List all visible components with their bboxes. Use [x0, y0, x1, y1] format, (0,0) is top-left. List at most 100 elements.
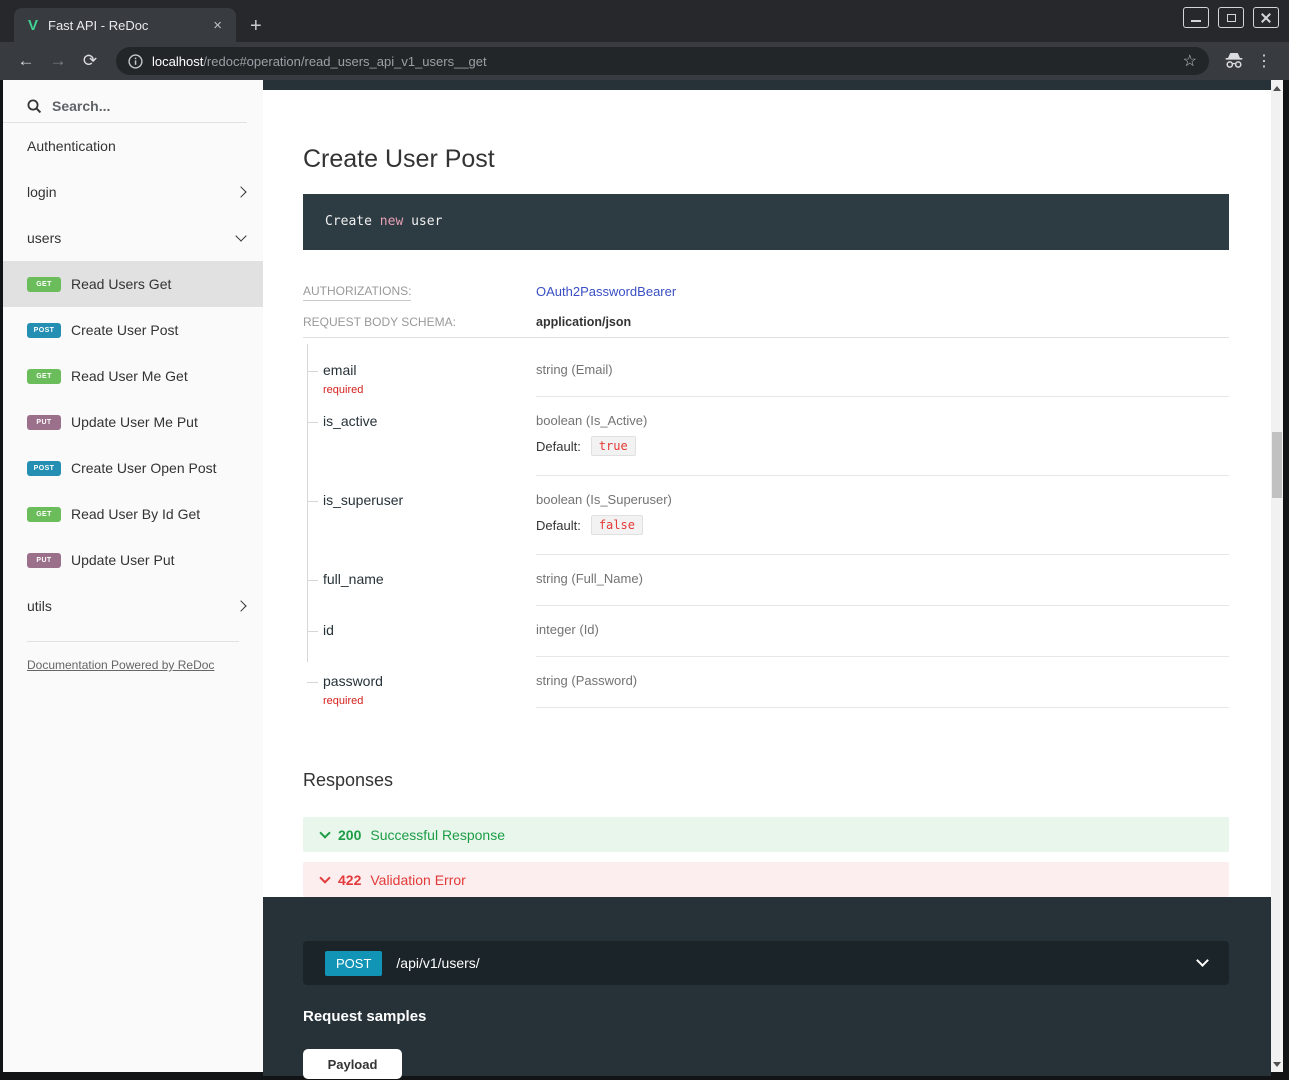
default-label: Default: — [536, 439, 581, 454]
browser-menu-icon[interactable]: ⋮ — [1251, 51, 1277, 71]
chevron-right-icon — [235, 600, 246, 611]
sidebar-item-label: Update User Put — [71, 552, 175, 568]
schema-field-row: password required string (Password) — [323, 657, 1229, 708]
triangle-down-icon — [1273, 1062, 1281, 1067]
redoc-attribution-link[interactable]: Documentation Powered by ReDoc — [27, 658, 214, 672]
field-name: password — [323, 673, 383, 689]
sidebar-item-label: users — [27, 230, 61, 246]
method-badge-put: PUT — [27, 553, 61, 568]
scrollbar-thumb[interactable] — [1272, 432, 1282, 498]
close-icon — [1261, 13, 1271, 23]
default-value: false — [591, 515, 643, 535]
sidebar-item-update-user-me-put[interactable]: PUT Update User Me Put — [3, 399, 263, 445]
reload-button[interactable]: ⟳ — [76, 51, 104, 71]
field-type: integer (Id) — [536, 622, 1229, 637]
sidebar-item-label: Create User Open Post — [71, 460, 217, 476]
sidebar-item-label: utils — [27, 598, 52, 614]
window-frame-right — [1283, 80, 1289, 1072]
maximize-button[interactable] — [1218, 7, 1244, 28]
endpoint-dropdown[interactable]: POST /api/v1/users/ — [303, 941, 1229, 985]
page-scrollbar[interactable] — [1271, 80, 1283, 1072]
response-label: Validation Error — [370, 872, 465, 888]
scrollbar-up-arrow[interactable] — [1271, 82, 1283, 94]
field-name: full_name — [323, 571, 384, 587]
endpoint-path: /api/v1/users/ — [396, 955, 479, 971]
field-type: string (Full_Name) — [536, 571, 1229, 586]
schema-field-row: email required string (Email) — [323, 338, 1229, 397]
sidebar-item-update-user-put[interactable]: PUT Update User Put — [3, 537, 263, 583]
method-badge-post: POST — [27, 323, 61, 338]
url-host: localhost — [152, 54, 203, 69]
response-code: 200 — [338, 827, 361, 843]
sidebar-item-label: Authentication — [27, 138, 116, 154]
sidebar-item-authentication[interactable]: Authentication — [3, 123, 263, 169]
schema-field-row: is_superuser boolean (Is_Superuser) Defa… — [323, 476, 1229, 555]
request-body-mime: application/json — [536, 315, 631, 329]
sidebar-item-read-user-by-id-get[interactable]: GET Read User By Id Get — [3, 491, 263, 537]
back-button[interactable]: ← — [12, 51, 40, 71]
sidebar-item-create-user-open-post[interactable]: POST Create User Open Post — [3, 445, 263, 491]
sidebar-item-label: Read Users Get — [71, 276, 171, 292]
field-default: Default: false — [536, 515, 1229, 535]
browser-toolbar: ← → ⟳ localhost/redoc#operation/read_use… — [0, 42, 1289, 80]
redoc-sidebar: Authentication login users GET Read User… — [3, 80, 263, 1072]
method-badge-get: GET — [27, 277, 61, 292]
chevron-down-icon — [235, 230, 246, 241]
search-input[interactable] — [52, 98, 212, 114]
sidebar-item-read-users-get[interactable]: GET Read Users Get — [3, 261, 263, 307]
field-name: id — [323, 622, 334, 638]
sidebar-item-read-user-me-get[interactable]: GET Read User Me Get — [3, 353, 263, 399]
search-icon — [27, 99, 42, 114]
method-badge-post: POST — [27, 461, 61, 476]
browser-titlebar: V Fast API - ReDoc × + — [0, 0, 1289, 42]
url-text[interactable]: localhost/redoc#operation/read_users_api… — [152, 54, 487, 69]
oauth2-security-link[interactable]: OAuth2PasswordBearer — [536, 284, 676, 299]
window-controls — [1183, 7, 1279, 28]
sidebar-item-label: Update User Me Put — [71, 414, 198, 430]
sidebar-item-users[interactable]: users — [3, 215, 263, 261]
sidebar-item-create-user-post[interactable]: POST Create User Post — [3, 307, 263, 353]
payload-tab[interactable]: Payload — [303, 1049, 402, 1079]
new-tab-button[interactable]: + — [250, 16, 262, 36]
tab-close-icon[interactable]: × — [209, 17, 226, 34]
sidebar-item-label: Create User Post — [71, 322, 178, 338]
request-samples-panel: POST /api/v1/users/ Request samples Payl… — [263, 897, 1271, 1076]
code-text: user — [403, 214, 442, 229]
sidebar-search[interactable] — [3, 90, 247, 123]
url-path: /redoc#operation/read_users_api_v1_users… — [203, 54, 486, 69]
field-type: string (Email) — [536, 362, 1229, 377]
minimize-button[interactable] — [1183, 7, 1209, 28]
default-label: Default: — [536, 518, 581, 533]
sidebar-item-utils[interactable]: utils — [3, 583, 263, 629]
chevron-down-icon — [319, 872, 330, 883]
forward-button[interactable]: → — [44, 51, 72, 71]
post-method-badge: POST — [325, 951, 382, 976]
field-required-flag: required — [323, 695, 536, 707]
maximize-icon — [1227, 14, 1236, 22]
response-422-panel[interactable]: 422 Validation Error — [303, 862, 1229, 897]
chevron-down-icon — [319, 827, 330, 838]
address-bar[interactable]: localhost/redoc#operation/read_users_api… — [116, 47, 1209, 75]
sidebar-item-login[interactable]: login — [3, 169, 263, 215]
field-name: email — [323, 362, 356, 378]
chevron-right-icon — [235, 186, 246, 197]
request-samples-title: Request samples — [303, 1008, 1229, 1025]
bookmark-star-icon[interactable]: ☆ — [1183, 51, 1197, 71]
doc-content: Create User Post Create new user AUTHORI… — [263, 80, 1271, 1072]
tab-title: Fast API - ReDoc — [48, 18, 209, 33]
field-type: boolean (Is_Active) — [536, 413, 1229, 428]
schema-field-row: id integer (Id) — [323, 606, 1229, 657]
field-default: Default: true — [536, 436, 1229, 456]
previous-section-panel-edge — [263, 80, 1271, 90]
operation-description-code: Create new user — [303, 194, 1229, 250]
close-button[interactable] — [1253, 7, 1279, 28]
response-200-panel[interactable]: 200 Successful Response — [303, 817, 1229, 852]
operation-title: Create User Post — [303, 145, 1229, 174]
field-type: boolean (Is_Superuser) — [536, 492, 1229, 507]
site-info-icon[interactable] — [128, 54, 143, 69]
response-code: 422 — [338, 872, 361, 888]
scrollbar-down-arrow[interactable] — [1271, 1058, 1283, 1070]
field-required-flag: required — [323, 384, 536, 396]
browser-tab[interactable]: V Fast API - ReDoc × — [14, 8, 236, 42]
schema-field-row: is_active boolean (Is_Active) Default: t… — [323, 397, 1229, 476]
